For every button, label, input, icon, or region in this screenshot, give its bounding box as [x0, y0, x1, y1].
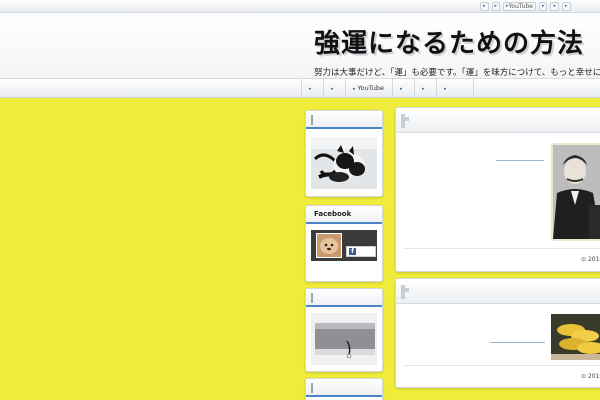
arrow-icon: ▸: [353, 86, 356, 92]
nav-item-2[interactable]: ▸: [323, 79, 345, 98]
facebook-page-box[interactable]: f: [311, 230, 377, 261]
sidebar-widget-facebook: Facebook f: [305, 205, 383, 282]
clock-icon: ⊙: [581, 373, 587, 380]
post-thumbnail[interactable]: [551, 314, 600, 360]
post-date-text: 2016: [587, 373, 600, 380]
post-divider: [404, 248, 600, 249]
sidebar-widget-4: [305, 378, 383, 400]
arrow-icon: ▸: [541, 3, 545, 9]
sidebar-widget-1: [305, 110, 383, 197]
post-excerpt-line: [496, 160, 544, 161]
post-marker-icon: [401, 285, 409, 299]
nav-item-6[interactable]: ▸: [436, 79, 474, 98]
arrow-icon: ▸: [444, 86, 447, 92]
arrow-icon: ▸: [564, 3, 568, 9]
site-title[interactable]: 強運になるための方法: [314, 23, 584, 60]
man-portrait-image-icon: [553, 145, 600, 239]
sidebar-widget-3: [305, 288, 383, 372]
site-description: 努力は大事だけど、「運」も必要です。「運」を味方につけて、もっと幸せに: [314, 68, 600, 78]
top-nav-item-1[interactable]: ▸: [480, 2, 489, 11]
book-image-icon: [311, 313, 377, 365]
arrow-icon: ▸: [331, 86, 334, 92]
widget-title: [306, 111, 382, 129]
post-header[interactable]: [396, 108, 600, 133]
dog-image-icon: [317, 234, 341, 257]
post-thumbnail[interactable]: [551, 143, 600, 241]
post-date: ⊙ 2016: [581, 256, 600, 263]
nav-item-4[interactable]: ▸: [392, 79, 414, 98]
widget-title: [306, 289, 382, 307]
facebook-avatar: [316, 233, 342, 258]
top-nav-item-youtube[interactable]: ▸ YouTube: [503, 2, 536, 11]
post-header[interactable]: [396, 279, 600, 304]
site-header: 強運になるための方法 努力は大事だけど、「運」も必要です。「運」を味方につけて、…: [0, 13, 600, 79]
title-bar-icon: [311, 383, 313, 393]
nav-item-youtube[interactable]: ▸ YouTube: [345, 79, 392, 98]
food-image-icon: [551, 314, 600, 360]
post-excerpt-line: [490, 342, 545, 343]
post-marker-icon: [401, 114, 409, 128]
widget-title: Facebook: [306, 206, 382, 224]
top-nav: ▸ ▸ ▸ YouTube ▸ ▸ ▸: [480, 2, 571, 11]
arrow-icon: ▸: [553, 3, 556, 9]
widget-title: [306, 379, 382, 397]
facebook-like-button[interactable]: f: [346, 246, 376, 257]
top-nav-item-4[interactable]: ▸: [538, 2, 548, 11]
arrow-icon: ▸: [483, 3, 486, 9]
global-nav: ▸ ▸ ▸ YouTube ▸ ▸ ▸: [0, 79, 600, 98]
top-nav-item-2[interactable]: ▸: [491, 2, 501, 11]
post-divider: [404, 365, 600, 366]
top-nav-label: YouTube: [508, 3, 533, 10]
arrow-icon: ▸: [400, 86, 403, 92]
post-card-1: ⊙ 2016: [395, 107, 600, 272]
book-photo[interactable]: [311, 313, 377, 365]
top-nav-item-6[interactable]: ▸: [561, 2, 571, 11]
nav-item-1[interactable]: ▸: [301, 79, 323, 98]
clock-icon: ⊙: [581, 256, 587, 263]
top-nav-item-5[interactable]: ▸: [550, 2, 559, 11]
top-bar: ▸ ▸ ▸ YouTube ▸ ▸ ▸: [0, 0, 600, 13]
cat-photo[interactable]: [311, 137, 377, 189]
nav-item-label: YouTube: [357, 84, 384, 92]
arrow-icon: ▸: [494, 3, 498, 9]
nav-item-5[interactable]: ▸: [414, 79, 436, 98]
cat-image-icon: [311, 137, 377, 189]
title-bar-icon: [311, 293, 313, 303]
facebook-icon: f: [349, 248, 356, 255]
arrow-icon: ▸: [309, 86, 312, 92]
widget-title-text: Facebook: [314, 210, 352, 218]
post-date: ⊙ 2016: [581, 373, 600, 380]
post-card-2: ⊙ 2016: [395, 278, 600, 388]
title-bar-icon: [311, 115, 313, 125]
arrow-icon: ▸: [422, 86, 425, 92]
post-date-text: 2016: [587, 256, 600, 263]
